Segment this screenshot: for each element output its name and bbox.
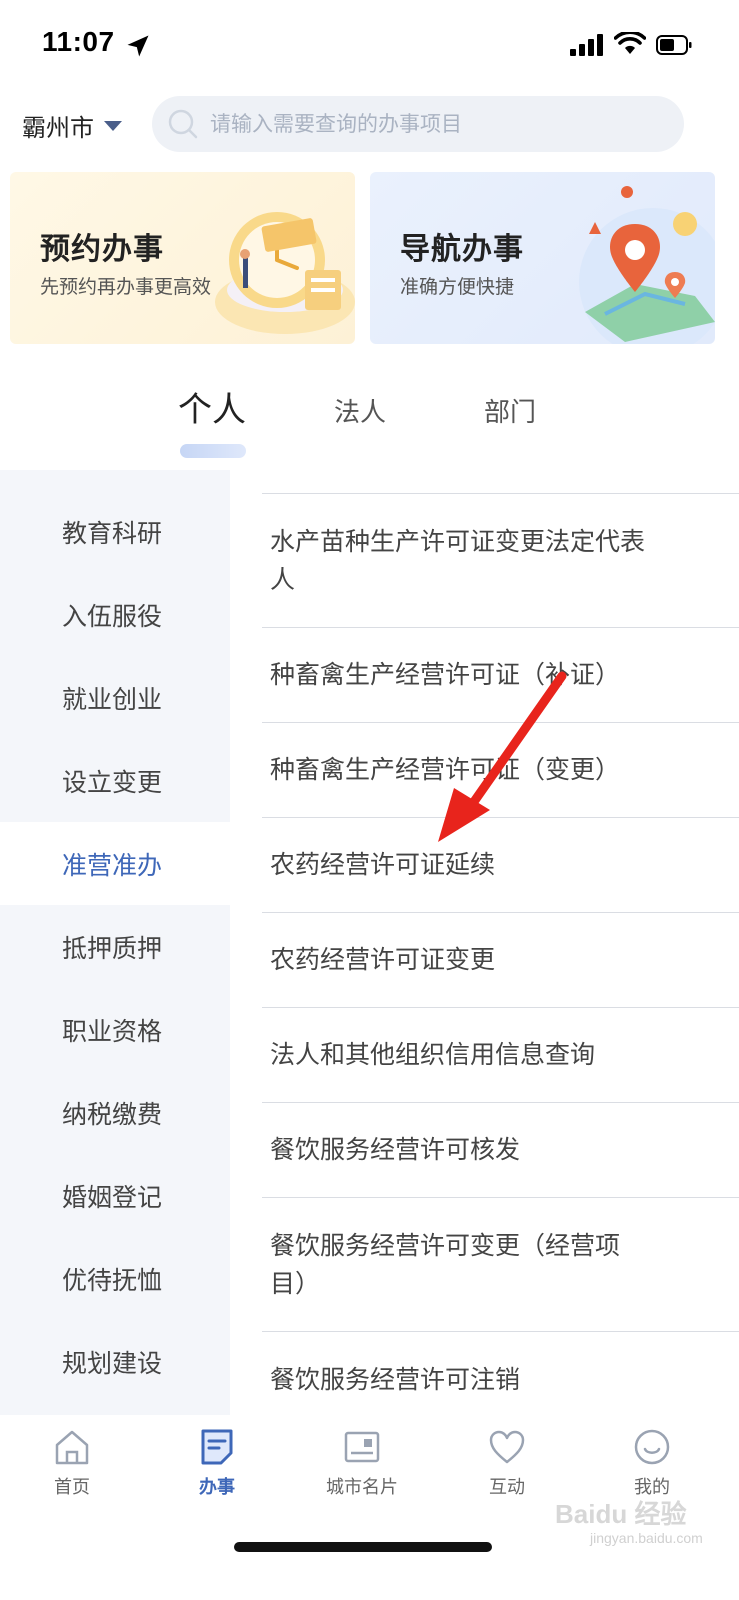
location-arrow-icon: [127, 35, 149, 57]
sidebar-item-establishment-change[interactable]: 设立变更: [0, 739, 230, 822]
banner-subtitle: 准确方便快捷: [400, 276, 515, 298]
status-time: 11:07: [42, 26, 115, 57]
tab-department[interactable]: 部门: [484, 392, 536, 429]
list-item[interactable]: 法人和其他组织信用信息查询: [262, 1008, 739, 1103]
category-sidebar: 教育科研 入伍服役 就业创业 设立变更 准营准办 抵押质押 职业资格 纳税缴费 …: [0, 470, 230, 1415]
banner-title: 导航办事: [400, 232, 524, 267]
banner-title: 预约办事: [40, 232, 164, 267]
tab-personal[interactable]: 个人: [178, 382, 246, 431]
list-item[interactable]: 餐饮服务经营许可变更（经营项目）: [262, 1198, 739, 1332]
active-tab-indicator: [180, 444, 246, 458]
home-icon: [55, 1430, 89, 1465]
sidebar-item-military-service[interactable]: 入伍服役: [0, 573, 230, 656]
nav-home[interactable]: 首页: [12, 1427, 132, 1499]
nav-services[interactable]: 办事: [157, 1427, 277, 1499]
search-bar[interactable]: [152, 96, 684, 152]
city-label: 霸州市: [22, 113, 94, 142]
nav-interaction[interactable]: 互动: [447, 1427, 567, 1499]
battery-icon: [656, 35, 692, 55]
smile-icon: [634, 1429, 670, 1465]
document-icon: [201, 1429, 233, 1465]
clock-illustration-icon: [215, 212, 355, 334]
list-item[interactable]: 餐饮服务经营许可注销: [262, 1332, 739, 1427]
sidebar-item-education[interactable]: 教育科研: [0, 490, 230, 573]
sidebar-item-business-permit[interactable]: 准营准办: [0, 822, 230, 905]
tab-legal-person[interactable]: 法人: [334, 392, 386, 429]
city-card-icon: [344, 1431, 380, 1463]
watermark-url: jingyan.baidu.com: [590, 1530, 703, 1546]
nav-label: 首页: [54, 1477, 90, 1498]
watermark: Baidu 经验: [555, 1499, 687, 1529]
nav-label: 办事: [199, 1477, 235, 1498]
city-selector[interactable]: 霸州市: [22, 105, 122, 145]
sidebar-item-professional-qualification[interactable]: 职业资格: [0, 988, 230, 1071]
sidebar-item-mortgage-pledge[interactable]: 抵押质押: [0, 905, 230, 988]
list-item[interactable]: 餐饮服务经营许可核发: [262, 1103, 739, 1198]
navigation-banner[interactable]: 导航办事 准确方便快捷: [370, 172, 715, 344]
caret-down-icon: [104, 121, 122, 131]
search-input[interactable]: [210, 112, 670, 136]
map-pin-illustration-icon: [579, 186, 715, 344]
wifi-icon: [614, 32, 646, 54]
sidebar-item-employment[interactable]: 就业创业: [0, 656, 230, 739]
nav-label: 互动: [489, 1477, 525, 1498]
sidebar-item-planning-construction[interactable]: 规划建设: [0, 1320, 230, 1403]
nav-label: 城市名片: [326, 1477, 398, 1498]
status-bar: 11:07: [0, 0, 739, 90]
sidebar-item-marriage-registration[interactable]: 婚姻登记: [0, 1154, 230, 1237]
nav-city-card[interactable]: 城市名片: [302, 1427, 422, 1499]
heart-icon: [489, 1430, 525, 1464]
list-item[interactable]: 水产苗种生产许可证变更法定代表人: [262, 494, 739, 628]
home-indicator: [234, 1542, 492, 1552]
nav-profile[interactable]: 我的: [592, 1427, 712, 1499]
signal-icon: [570, 34, 603, 56]
list-item[interactable]: 农药经营许可证变更: [262, 913, 739, 1008]
search-icon: [168, 109, 198, 139]
sidebar-item-tax-payment[interactable]: 纳税缴费: [0, 1071, 230, 1154]
appointment-banner[interactable]: 预约办事 先预约再办事更高效: [10, 172, 355, 344]
sidebar-item-preferential-pension[interactable]: 优待抚恤: [0, 1237, 230, 1320]
banner-subtitle: 先预约再办事更高效: [40, 276, 212, 298]
red-arrow-icon: [438, 671, 567, 842]
category-tabs: 个人 法人 部门: [0, 380, 739, 460]
